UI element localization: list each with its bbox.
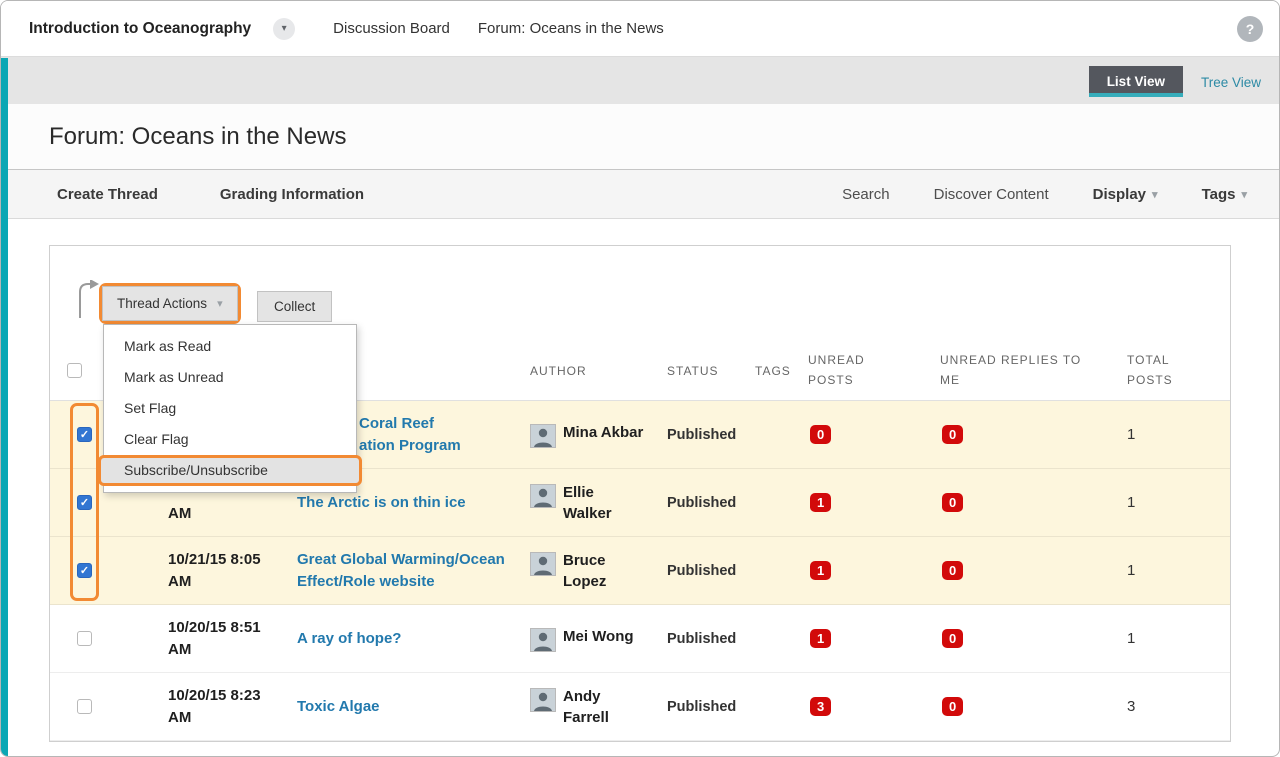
row-checkbox[interactable]: ✓ bbox=[77, 631, 92, 646]
view-toggle: List View Tree View bbox=[1089, 66, 1261, 97]
check-icon: ✓ bbox=[80, 428, 89, 441]
author-avatar bbox=[530, 552, 556, 576]
unread-replies-badge: 0 bbox=[942, 561, 963, 580]
row-checkbox[interactable]: ✓ bbox=[77, 563, 92, 578]
total-posts: 3 bbox=[1127, 698, 1230, 715]
thread-actions-menu: Mark as Read Mark as Unread Set Flag Cle… bbox=[103, 324, 357, 493]
unread-posts-badge: 1 bbox=[810, 629, 831, 648]
menu-item-subscribe-unsubscribe[interactable]: Subscribe/Unsubscribe bbox=[98, 455, 362, 486]
author-avatar bbox=[530, 628, 556, 652]
total-posts: 1 bbox=[1127, 494, 1230, 511]
tags-menu-button[interactable]: Tags▾ bbox=[1202, 186, 1247, 203]
collect-button[interactable]: Collect bbox=[257, 291, 332, 322]
column-header-tags: TAGS bbox=[755, 364, 808, 378]
annotation-highlight-thread-actions: Thread Actions ▾ bbox=[99, 283, 241, 324]
course-title: Introduction to Oceanography bbox=[29, 20, 251, 38]
thread-date: 10/20/15 8:51AM bbox=[168, 617, 297, 661]
unread-replies-badge: 0 bbox=[942, 697, 963, 716]
display-menu-button[interactable]: Display▾ bbox=[1093, 186, 1158, 203]
menu-item-mark-as-read[interactable]: Mark as Read bbox=[104, 331, 356, 362]
action-bar: Create Thread Grading Information Search… bbox=[1, 170, 1279, 219]
app-window: Introduction to Oceanography ▾ Discussio… bbox=[0, 0, 1280, 757]
author-avatar bbox=[530, 484, 556, 508]
column-header-author: AUTHOR bbox=[530, 364, 667, 378]
select-hint-arrow-icon bbox=[76, 280, 100, 323]
unread-replies-badge: 0 bbox=[942, 425, 963, 444]
author-cell: Mei Wong bbox=[530, 626, 667, 652]
page-title: Forum: Oceans in the News bbox=[49, 123, 346, 151]
thread-date: 10/20/15 8:23AM bbox=[168, 685, 297, 729]
author-cell: EllieWalker bbox=[530, 482, 667, 524]
search-button[interactable]: Search bbox=[842, 186, 890, 203]
thread-link[interactable]: The Arctic is on thin ice bbox=[297, 492, 530, 514]
column-header-unread-replies: UNREAD REPLIES TOME bbox=[940, 351, 1127, 391]
thread-link[interactable]: Toxic Algae bbox=[297, 696, 530, 718]
left-accent-stripe bbox=[1, 58, 8, 756]
tab-list-view[interactable]: List View bbox=[1089, 66, 1183, 97]
author-avatar bbox=[530, 424, 556, 448]
column-header-unread-posts: UNREADPOSTS bbox=[808, 351, 940, 391]
tab-tree-view[interactable]: Tree View bbox=[1201, 66, 1261, 90]
total-posts: 1 bbox=[1127, 630, 1230, 647]
row-checkbox[interactable]: ✓ bbox=[77, 495, 92, 510]
thread-status: Published bbox=[667, 427, 755, 443]
menu-item-set-flag[interactable]: Set Flag bbox=[104, 393, 356, 424]
author-cell: BruceLopez bbox=[530, 550, 667, 592]
check-icon: ✓ bbox=[80, 496, 89, 509]
unread-replies-badge: 0 bbox=[942, 493, 963, 512]
help-button[interactable]: ? bbox=[1237, 16, 1263, 42]
row-checkbox[interactable]: ✓ bbox=[77, 699, 92, 714]
main-content: Thread Actions ▾ Collect ✓ AUTHOR STATUS… bbox=[1, 219, 1279, 742]
author-avatar bbox=[530, 688, 556, 712]
thread-status: Published bbox=[667, 699, 755, 715]
thread-status: Published bbox=[667, 495, 755, 511]
thread-status: Published bbox=[667, 563, 755, 579]
menu-item-mark-as-unread[interactable]: Mark as Unread bbox=[104, 362, 356, 393]
thread-link[interactable]: Great Global Warming/OceanEffect/Role we… bbox=[297, 549, 530, 593]
table-row: ✓ 10/21/15 8:05AM Great Global Warming/O… bbox=[50, 537, 1230, 605]
author-cell: AndyFarrell bbox=[530, 686, 667, 728]
unread-posts-badge: 1 bbox=[810, 493, 831, 512]
chevron-down-icon: ▾ bbox=[1152, 188, 1158, 201]
unread-posts-badge: 1 bbox=[810, 561, 831, 580]
menu-item-clear-flag[interactable]: Clear Flag bbox=[104, 424, 356, 455]
author-cell: Mina Akbar bbox=[530, 422, 667, 448]
thread-date: 10/21/15 8:05AM bbox=[168, 549, 297, 593]
grading-information-button[interactable]: Grading Information bbox=[220, 186, 364, 203]
column-header-total-posts: TOTALPOSTS bbox=[1127, 351, 1230, 391]
unread-posts-badge: 3 bbox=[810, 697, 831, 716]
thread-link[interactable]: A ray of hope? bbox=[297, 628, 530, 650]
check-icon: ✓ bbox=[80, 564, 89, 577]
unread-posts-badge: 0 bbox=[810, 425, 831, 444]
table-row: ✓ 10/20/15 8:23AM Toxic Algae AndyFarrel… bbox=[50, 673, 1230, 741]
column-header-status: STATUS bbox=[667, 364, 755, 378]
create-thread-button[interactable]: Create Thread bbox=[57, 186, 158, 203]
breadcrumb-discussion-board[interactable]: Discussion Board bbox=[333, 20, 450, 37]
course-menu-button[interactable]: ▾ bbox=[273, 18, 295, 40]
select-all-checkbox[interactable]: ✓ bbox=[67, 363, 82, 378]
page-header: Forum: Oceans in the News bbox=[1, 104, 1279, 170]
chevron-down-icon: ▾ bbox=[282, 23, 287, 34]
table-row: ✓ 10/20/15 8:51AM A ray of hope? Mei Won… bbox=[50, 605, 1230, 673]
chevron-down-icon: ▾ bbox=[1241, 188, 1247, 201]
total-posts: 1 bbox=[1127, 426, 1230, 443]
discover-content-button[interactable]: Discover Content bbox=[934, 186, 1049, 203]
thread-status: Published bbox=[667, 631, 755, 647]
view-toggle-band: List View Tree View bbox=[1, 57, 1279, 104]
row-checkbox[interactable]: ✓ bbox=[77, 427, 92, 442]
breadcrumb-current-forum: Forum: Oceans in the News bbox=[478, 20, 664, 37]
total-posts: 1 bbox=[1127, 562, 1230, 579]
top-navigation: Introduction to Oceanography ▾ Discussio… bbox=[1, 1, 1279, 57]
thread-list-card: Thread Actions ▾ Collect ✓ AUTHOR STATUS… bbox=[49, 245, 1231, 742]
chevron-down-icon: ▾ bbox=[217, 297, 223, 310]
thread-actions-button[interactable]: Thread Actions ▾ bbox=[102, 286, 238, 321]
unread-replies-badge: 0 bbox=[942, 629, 963, 648]
